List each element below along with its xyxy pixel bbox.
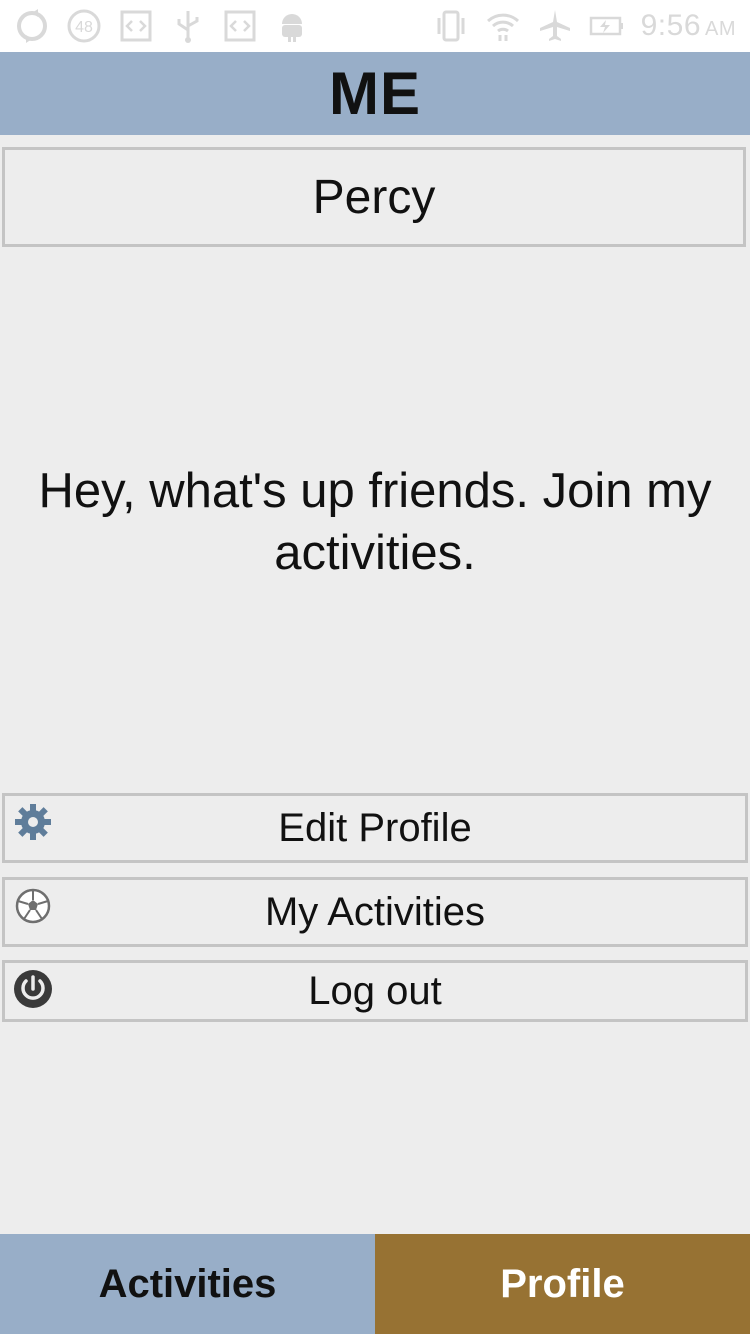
title-bar: ME bbox=[0, 52, 750, 135]
log-out-label: Log out bbox=[308, 968, 442, 1013]
profile-name-box: Percy bbox=[2, 147, 746, 247]
airplane-icon bbox=[537, 8, 573, 44]
notification-count-icon: 48 bbox=[66, 8, 102, 44]
status-time: 9:56 AM bbox=[641, 9, 736, 43]
battery-charging-icon bbox=[589, 8, 625, 44]
soccer-ball-icon bbox=[13, 886, 53, 926]
page-title: ME bbox=[329, 60, 421, 127]
edit-profile-button[interactable]: Edit Profile bbox=[2, 793, 748, 863]
android-icon bbox=[274, 8, 310, 44]
profile-bio: Hey, what's up friends. Join my activiti… bbox=[38, 464, 712, 580]
code-icon bbox=[118, 8, 154, 44]
bottom-tab-bar: Activities Profile bbox=[0, 1234, 750, 1334]
gear-icon bbox=[13, 802, 53, 842]
vibrate-icon bbox=[433, 8, 469, 44]
usb-icon bbox=[170, 8, 206, 44]
notification-count: 48 bbox=[75, 19, 93, 36]
my-activities-label: My Activities bbox=[264, 889, 486, 934]
status-time-value: 9:56 bbox=[640, 9, 701, 42]
tab-activities-label: Activities bbox=[98, 1261, 277, 1306]
wifi-icon bbox=[485, 8, 521, 44]
my-activities-button[interactable]: My Activities bbox=[2, 877, 748, 947]
status-left-icons: 48 bbox=[14, 8, 310, 44]
tab-profile[interactable]: Profile bbox=[375, 1234, 750, 1334]
power-icon bbox=[13, 969, 53, 1009]
code-icon bbox=[222, 8, 258, 44]
tab-activities[interactable]: Activities bbox=[0, 1234, 375, 1334]
edit-profile-label: Edit Profile bbox=[278, 805, 472, 850]
sync-icon bbox=[14, 8, 50, 44]
status-right-icons: 9:56 AM bbox=[433, 8, 736, 44]
tab-profile-label: Profile bbox=[500, 1261, 625, 1306]
status-bar: 48 9:56 AM bbox=[0, 0, 750, 52]
log-out-button[interactable]: Log out bbox=[2, 960, 748, 1022]
profile-name: Percy bbox=[312, 170, 436, 224]
status-time-ampm: AM bbox=[705, 18, 736, 40]
